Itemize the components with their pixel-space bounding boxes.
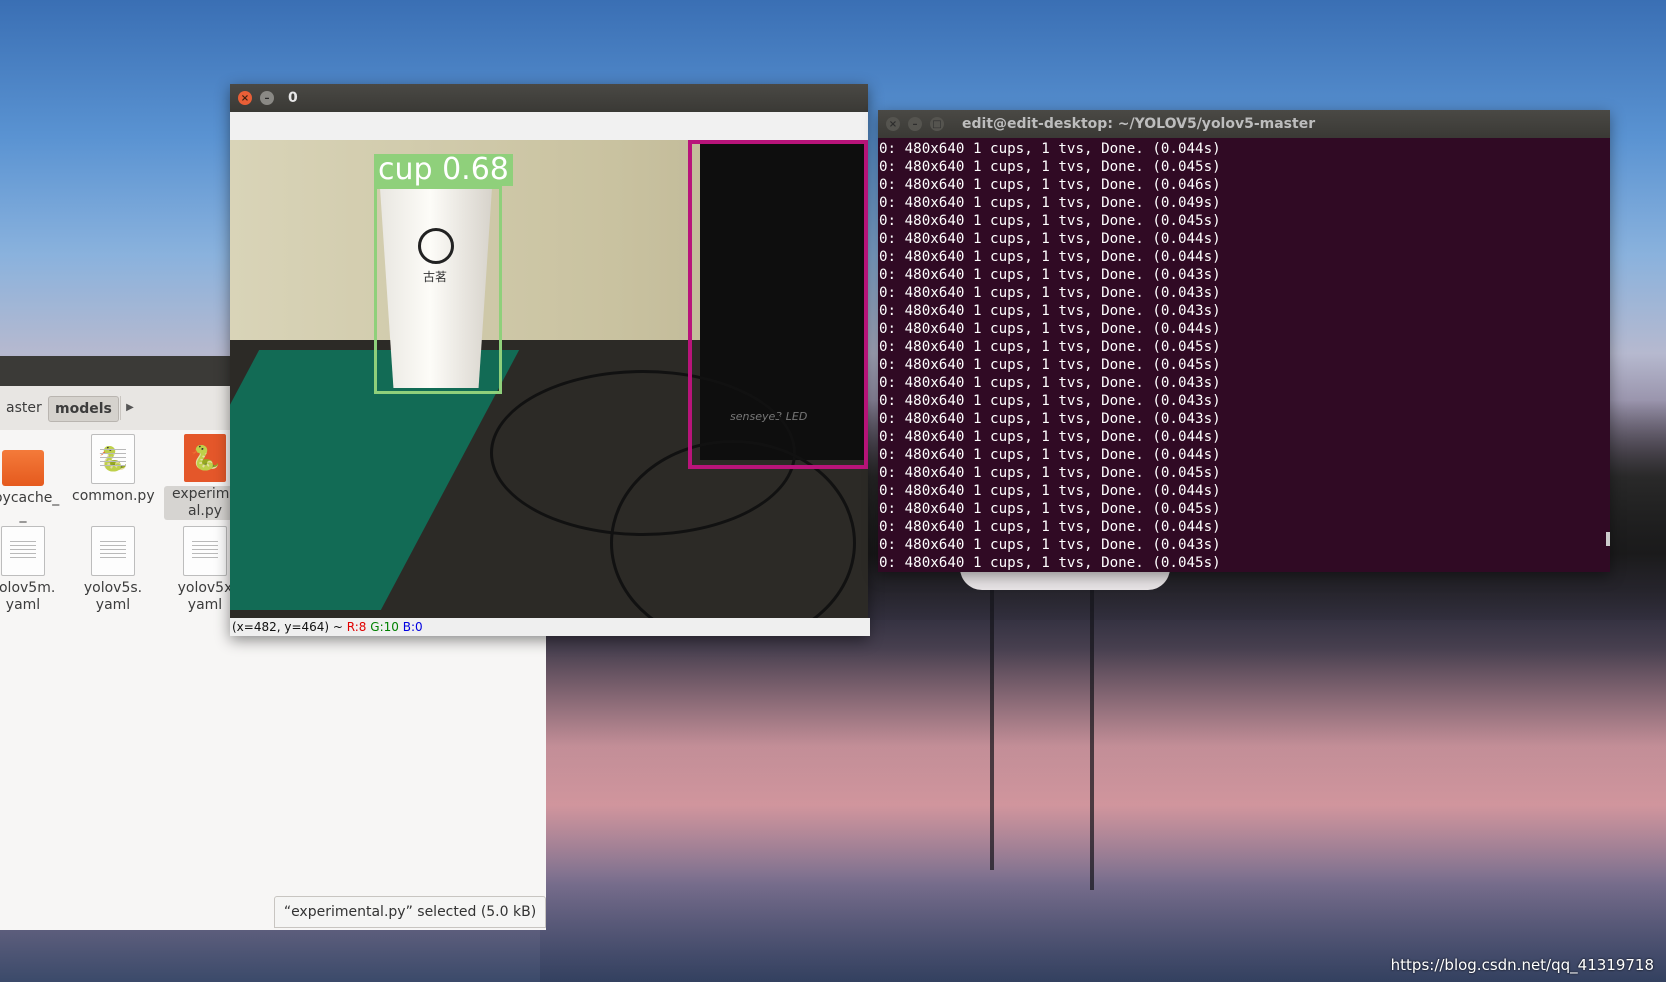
terminal-line: 0: 480x640 1 cups, 1 tvs, Done. (0.044s)	[879, 429, 1221, 445]
file-name-line2: yaml	[95, 597, 131, 613]
terminal-line: 0: 480x640 1 cups, 1 tvs, Done. (0.043s)	[879, 267, 1221, 283]
file-name-line2: yaml	[5, 597, 41, 613]
terminal-line: 0: 480x640 1 cups, 1 tvs, Done. (0.046s)	[879, 177, 1221, 193]
close-icon[interactable]: ×	[886, 117, 900, 131]
terminal-line: 0: 480x640 1 cups, 1 tvs, Done. (0.043s)	[879, 375, 1221, 391]
terminal-output[interactable]: 0: 480x640 1 cups, 1 tvs, Done. (0.044s)…	[878, 138, 1610, 572]
pixel-info-status: (x=482, y=464) ~ R:8 G:10 B:0	[230, 618, 870, 636]
python-file-selected-icon: 🐍	[184, 434, 226, 482]
terminal-line: 0: 480x640 1 cups, 1 tvs, Done. (0.045s)	[879, 465, 1221, 481]
close-icon[interactable]: ×	[238, 91, 252, 105]
wallpaper-mast-reflection	[1090, 590, 1094, 890]
terminal-line: 0: 480x640 1 cups, 1 tvs, Done. (0.044s)	[879, 519, 1221, 535]
pixel-red-value: R:8	[346, 620, 367, 634]
terminal-line: 0: 480x640 1 cups, 1 tvs, Done. (0.045s)	[879, 159, 1221, 175]
terminal-line: 0: 480x640 1 cups, 1 tvs, Done. (0.049s)	[879, 195, 1221, 211]
terminal-titlebar: × – □ edit@edit-desktop: ~/YOLOV5/yolov5…	[878, 110, 1610, 138]
camera-frame[interactable]: senseye3 LED 古茗 cup 0.68	[230, 140, 868, 618]
terminal-title: edit@edit-desktop: ~/YOLOV5/yolov5-maste…	[962, 116, 1316, 132]
terminal-line: 0: 480x640 1 cups, 1 tvs, Done. (0.045s)	[879, 339, 1221, 355]
terminal-line: 0: 480x640 1 cups, 1 tvs, Done. (0.044s)	[879, 141, 1221, 157]
minimize-icon[interactable]: –	[260, 91, 274, 105]
text-file-icon	[91, 526, 135, 576]
terminal-line: 0: 480x640 1 cups, 1 tvs, Done. (0.043s)	[879, 285, 1221, 301]
file-item-yolov5m-yaml[interactable]: yolov5m.yaml	[0, 526, 64, 614]
file-name: yolov5s.	[83, 580, 143, 596]
file-selection-status: “experimental.py” selected (5.0 kB)	[274, 896, 546, 928]
terminal-scrollbar[interactable]	[1606, 532, 1610, 546]
wallpaper-lake-reflection	[540, 620, 1666, 982]
terminal-line: 0: 480x640 1 cups, 1 tvs, Done. (0.045s)	[879, 357, 1221, 373]
file-name: common.py	[72, 488, 155, 504]
file-name: yolov5x	[177, 580, 233, 596]
terminal-line: 0: 480x640 1 cups, 1 tvs, Done. (0.044s)	[879, 321, 1221, 337]
terminal-window: × – □ edit@edit-desktop: ~/YOLOV5/yolov5…	[878, 110, 1610, 572]
folder-icon	[2, 450, 44, 486]
file-name: experime	[171, 486, 239, 502]
terminal-line: 0: 480x640 1 cups, 1 tvs, Done. (0.045s)	[879, 213, 1221, 229]
image-window-titlebar: × – 0	[230, 84, 868, 112]
terminal-line: 0: 480x640 1 cups, 1 tvs, Done. (0.043s)	[879, 537, 1221, 553]
pixel-blue-value: B:0	[402, 620, 423, 634]
breadcrumb-next-arrow-icon[interactable]: ▶	[120, 396, 139, 420]
file-item-common-py[interactable]: 🐍 common.py	[72, 434, 155, 505]
text-file-icon	[183, 526, 227, 576]
file-name: _pycache_	[0, 490, 60, 506]
breadcrumb-parent[interactable]: aster	[0, 396, 48, 420]
terminal-line: 0: 480x640 1 cups, 1 tvs, Done. (0.043s)	[879, 303, 1221, 319]
pixel-coords: (x=482, y=464) ~	[232, 620, 347, 634]
file-item-pycache[interactable]: _pycache__	[0, 440, 64, 524]
terminal-line: 0: 480x640 1 cups, 1 tvs, Done. (0.044s)	[879, 231, 1221, 247]
image-toolbar	[230, 112, 868, 140]
detection-box-tv	[688, 140, 868, 469]
detection-label-cup: cup 0.68	[374, 154, 513, 186]
minimize-icon[interactable]: –	[908, 117, 922, 131]
detection-box-cup	[374, 186, 502, 394]
image-viewer-window: × – 0 senseye3 LED 古茗 cup 0.68 (x=482, y…	[230, 84, 870, 636]
breadcrumb-models[interactable]: models	[48, 396, 119, 422]
pixel-green-value: G:10	[370, 620, 399, 634]
terminal-line: 0: 480x640 1 cups, 1 tvs, Done. (0.044s)	[879, 447, 1221, 463]
file-name-line2: _	[19, 507, 27, 523]
python-file-icon: 🐍	[91, 434, 135, 484]
terminal-line: 0: 480x640 1 cups, 1 tvs, Done. (0.043s)	[879, 411, 1221, 427]
file-item-yolov5s-yaml[interactable]: yolov5s. yaml	[72, 526, 154, 614]
wallpaper-mast-reflection	[990, 590, 994, 870]
text-file-icon	[1, 526, 45, 576]
watermark-url: https://blog.csdn.net/qq_41319718	[1390, 956, 1654, 974]
terminal-line: 0: 480x640 1 cups, 1 tvs, Done. (0.043s)	[879, 393, 1221, 409]
file-name-line2: al.py	[187, 503, 223, 519]
terminal-line: 0: 480x640 1 cups, 1 tvs, Done. (0.045s)	[879, 501, 1221, 517]
maximize-icon[interactable]: □	[930, 117, 944, 131]
terminal-line: 0: 480x640 1 cups, 1 tvs, Done. (0.044s)	[879, 249, 1221, 265]
file-name-line2: yaml	[187, 597, 223, 613]
terminal-line: 0: 480x640 1 cups, 1 tvs, Done. (0.044s)	[879, 483, 1221, 499]
window-title: 0	[288, 90, 298, 106]
file-name: yolov5m.	[0, 580, 56, 596]
terminal-line: 0: 480x640 1 cups, 1 tvs, Done. (0.045s)	[879, 555, 1221, 571]
